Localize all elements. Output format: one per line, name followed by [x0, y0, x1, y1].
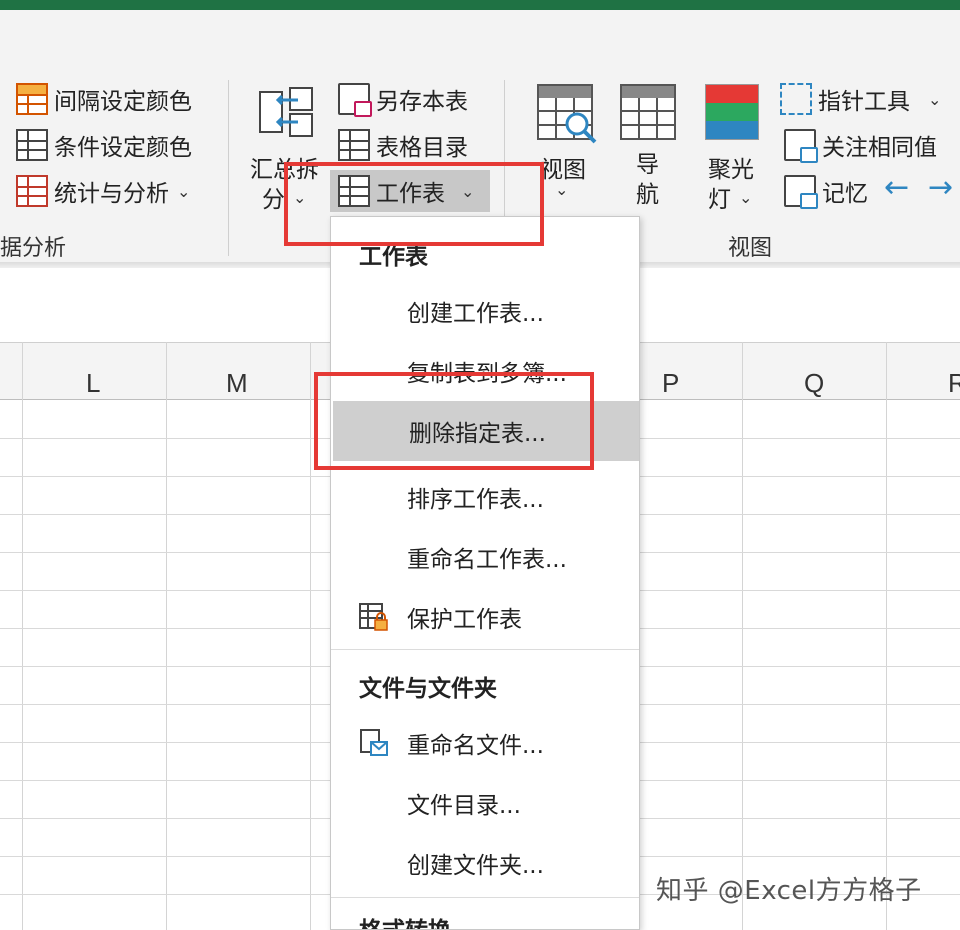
table-catalog-label: 表格目录 — [376, 135, 468, 161]
menu-item-file-catalog[interactable]: 文件目录... — [331, 773, 639, 833]
column-divider — [22, 342, 23, 930]
menu-item-sort-sheets[interactable]: 排序工作表... — [331, 467, 639, 527]
menu-section-files: 文件与文件夹 — [359, 676, 497, 702]
menu-separator — [331, 897, 639, 898]
condition-color-label: 条件设定颜色 — [54, 135, 192, 161]
column-divider — [742, 342, 743, 930]
arrow-left-icon[interactable]: ← — [884, 170, 909, 205]
menu-separator — [331, 649, 639, 650]
column-divider — [886, 342, 887, 930]
memory-icon — [784, 175, 818, 209]
menu-item-label: 重命名文件... — [407, 733, 544, 759]
worksheet-menu: 工作表 创建工作表... 复制表到多簿... 删除指定表... 排序工作表...… — [330, 216, 640, 930]
watch-same-value-button[interactable]: 关注相同值 — [784, 128, 937, 163]
view-button[interactable]: 视图 — [540, 150, 586, 184]
protect-sheet-icon — [359, 602, 389, 632]
menu-item-label: 文件目录... — [407, 793, 521, 819]
save-sheet-label: 另存本表 — [376, 89, 468, 115]
pointer-tool-label: 指针工具 — [818, 89, 910, 115]
navigation-button[interactable]: 导 航 — [636, 150, 659, 210]
menu-item-label: 保护工作表 — [407, 607, 522, 633]
grid-color-icon — [16, 83, 48, 115]
column-r[interactable]: R — [948, 368, 960, 399]
watch-value-icon — [784, 129, 818, 163]
highlight-box-delete — [314, 372, 594, 470]
rename-file-icon — [359, 728, 389, 758]
menu-item-label: 创建工作表... — [407, 301, 544, 327]
spotlight-button[interactable]: 灯 ⌄ — [708, 180, 752, 214]
column-divider — [310, 342, 311, 930]
watermark-text: 知乎 @Excel方方格子 — [656, 876, 922, 906]
chevron-down-icon: ⌄ — [555, 180, 569, 199]
menu-item-create-folders[interactable]: 创建文件夹... — [331, 833, 639, 893]
column-p[interactable]: P — [662, 368, 679, 399]
arrow-right-icon[interactable]: → — [928, 170, 953, 205]
save-sheet-icon — [338, 83, 372, 117]
pointer-tool-button[interactable]: 指针工具 ⌄ — [780, 82, 941, 116]
menu-item-label: 排序工作表... — [407, 487, 544, 513]
stats-analysis-button[interactable]: 统计与分析 ⌄ — [16, 174, 190, 208]
nav-label-1: 导 — [636, 152, 659, 178]
title-bar — [0, 0, 960, 10]
group-label-analysis: 据分析 — [0, 236, 67, 261]
group-label-view: 视图 — [728, 236, 773, 261]
menu-section-format: 格式转换 — [359, 911, 451, 929]
memory-button[interactable]: 记忆 — [784, 174, 868, 209]
table-catalog-icon — [338, 129, 370, 161]
summary-split-label-2: 分 — [262, 187, 285, 213]
chevron-down-icon: ⌄ — [928, 89, 942, 109]
highlight-box-worksheet — [284, 162, 544, 246]
summary-split-icon — [258, 86, 314, 138]
interval-color-button[interactable]: 间隔设定颜色 — [16, 82, 192, 116]
nav-label-2: 航 — [636, 182, 659, 208]
navigation-icon — [620, 84, 676, 140]
column-m[interactable]: M — [226, 368, 248, 399]
menu-item-label: 创建文件夹... — [407, 853, 544, 879]
save-sheet-as-button[interactable]: 另存本表 — [338, 82, 468, 117]
menu-item-label: 重命名工作表... — [407, 547, 567, 573]
column-divider — [166, 342, 167, 930]
chevron-down-icon: ⌄ — [177, 181, 191, 201]
column-q[interactable]: Q — [804, 368, 824, 399]
view-dropdown[interactable]: ⌄ — [555, 180, 568, 199]
condition-color-button[interactable]: 条件设定颜色 — [16, 128, 192, 162]
table-catalog-button[interactable]: 表格目录 — [338, 128, 468, 162]
group-separator — [228, 80, 229, 256]
spotlight-icon — [705, 84, 759, 140]
grid-condition-icon — [16, 129, 48, 161]
menu-item-create-sheet[interactable]: 创建工作表... — [331, 281, 639, 341]
menu-item-rename-sheets[interactable]: 重命名工作表... — [331, 527, 639, 587]
menu-item-protect-sheets[interactable]: 保护工作表 — [331, 587, 639, 647]
spotlight-label-1: 聚光 — [708, 157, 754, 183]
memory-label: 记忆 — [822, 181, 868, 207]
column-l[interactable]: L — [86, 368, 100, 399]
stats-analysis-label: 统计与分析 — [54, 181, 169, 207]
interval-color-label: 间隔设定颜色 — [54, 89, 192, 115]
view-icon — [537, 84, 597, 144]
spotlight-label-2: 灯 — [708, 187, 731, 213]
menu-item-rename-files[interactable]: 重命名文件... — [331, 713, 639, 773]
grid-stats-icon — [16, 175, 48, 207]
view-label: 视图 — [540, 157, 586, 183]
pointer-tool-icon — [780, 83, 812, 115]
chevron-down-icon: ⌄ — [739, 187, 753, 207]
watch-same-value-label: 关注相同值 — [822, 135, 937, 161]
